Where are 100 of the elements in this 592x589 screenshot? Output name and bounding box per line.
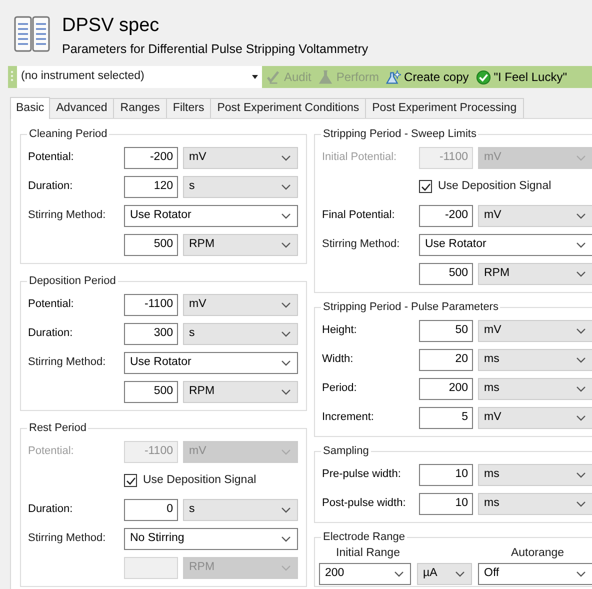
unit-dropdown[interactable]: RPM: [183, 234, 298, 256]
chevron-icon: [576, 242, 586, 248]
chevron-icon: [576, 154, 586, 160]
unit-dropdown[interactable]: RPM: [478, 262, 592, 284]
field-label: Duration:: [28, 502, 74, 518]
field-label: Increment:: [322, 410, 375, 426]
chevron-icon: [576, 212, 586, 218]
stirring-dropdown[interactable]: Use Rotator: [124, 352, 298, 374]
field-label: Period:: [322, 381, 358, 396]
unit-dropdown[interactable]: mV: [478, 320, 592, 342]
group-title: Electrode Range: [322, 531, 406, 544]
group-title: Rest Period: [28, 422, 88, 435]
checkbox-label: Use Deposition Signal: [438, 178, 552, 194]
lucky-button[interactable]: "I Feel Lucky": [474, 67, 568, 87]
chevron-icon: [281, 330, 291, 336]
unit-dropdown[interactable]: mV: [183, 146, 298, 168]
tab[interactable]: Basic: [10, 97, 50, 119]
tab[interactable]: Advanced: [50, 98, 114, 118]
number-field[interactable]: 500: [419, 262, 473, 284]
number-field[interactable]: -200: [124, 146, 178, 168]
number-field[interactable]: 500: [124, 234, 178, 256]
range-dropdown[interactable]: 200: [319, 563, 411, 585]
unit-dropdown[interactable]: s: [183, 322, 298, 344]
checkbox[interactable]: [124, 474, 137, 487]
chevron-icon: [576, 414, 586, 420]
chevron-icon: [281, 212, 291, 218]
number-field[interactable]: 200: [419, 378, 473, 400]
instrument-dropdown[interactable]: (no instrument selected): [17, 66, 262, 88]
stirring-dropdown[interactable]: Use Rotator: [124, 204, 298, 226]
unit-dropdown[interactable]: s: [183, 498, 298, 520]
field-label: Duration:: [28, 179, 74, 194]
field-label: Height:: [322, 323, 358, 338]
group-title: Deposition Period: [28, 275, 117, 288]
page-title: DPSV spec: [62, 15, 160, 37]
page-subtitle: Parameters for Differential Pulse Stripping Voltammetry: [62, 41, 368, 57]
book-icon: [14, 16, 50, 52]
unit-dropdown[interactable]: ms: [478, 464, 592, 486]
stirring-dropdown[interactable]: No Stirring: [124, 528, 298, 550]
grip-icon[interactable]: [10, 70, 16, 84]
group-title: Stripping Period - Sweep Limits: [322, 128, 478, 141]
field-label: Stirring Method:: [322, 237, 401, 252]
column-heading: Initial Range: [335, 546, 401, 562]
field-label: Potential:: [28, 297, 75, 312]
group-title: Sampling: [322, 445, 370, 458]
column-heading: Autorange: [510, 546, 566, 562]
checkbox-label: Use Deposition Signal: [143, 472, 256, 488]
chevron-icon: [281, 302, 291, 308]
group-title: Stripping Period - Pulse Parameters: [322, 301, 500, 314]
unit-dropdown[interactable]: µA: [417, 563, 472, 585]
unit-dropdown[interactable]: mV: [478, 204, 592, 226]
chevron-icon: [281, 184, 291, 190]
unit-dropdown[interactable]: RPM: [183, 380, 298, 402]
chevron-icon: [576, 472, 586, 478]
chevron-icon: [576, 356, 586, 362]
unit-dropdown[interactable]: ms: [478, 348, 592, 370]
autorange-dropdown[interactable]: Off: [478, 563, 592, 585]
flask-icon: [318, 70, 334, 84]
field-label: Potential:: [28, 444, 75, 460]
unit-dropdown[interactable]: s: [183, 176, 298, 198]
number-field[interactable]: 10: [419, 492, 473, 514]
checkmark-icon: [266, 70, 281, 84]
number-field[interactable]: 0: [124, 498, 178, 520]
chevron-icon: [281, 242, 291, 248]
checkbox[interactable]: [419, 180, 432, 193]
field-label: Width:: [322, 352, 354, 368]
tab[interactable]: Filters: [166, 98, 212, 118]
check-circle-icon: [476, 70, 491, 84]
dropdown-arrow-icon: [252, 75, 258, 79]
unit-dropdown[interactable]: mV: [478, 406, 592, 428]
tab[interactable]: Post Experiment Conditions: [211, 98, 366, 118]
chevron-icon: [455, 571, 465, 577]
chevron-icon: [281, 536, 291, 542]
chevron-icon: [281, 360, 291, 366]
number-field[interactable]: 5: [419, 406, 473, 428]
number-field[interactable]: 50: [419, 320, 473, 342]
field-label: Stirring Method:: [28, 355, 107, 370]
chevron-icon: [281, 388, 291, 394]
number-field[interactable]: 500: [124, 380, 178, 402]
tab[interactable]: Ranges: [114, 98, 167, 118]
number-field[interactable]: 10: [419, 464, 473, 486]
chevron-icon: [576, 328, 586, 334]
number-field[interactable]: 20: [419, 348, 473, 370]
chevron-icon: [576, 386, 586, 392]
chevron-icon: [576, 571, 586, 577]
tab[interactable]: Post Experiment Processing: [366, 98, 524, 118]
field-label: Pre-pulse width:: [322, 467, 402, 482]
chevron-icon: [281, 506, 291, 512]
unit-dropdown[interactable]: ms: [478, 378, 592, 400]
field-label: Potential:: [28, 150, 75, 166]
number-field[interactable]: -1100: [124, 294, 178, 316]
number-field[interactable]: -200: [419, 204, 473, 226]
field-label: Final Potential:: [322, 208, 396, 224]
number-field[interactable]: 300: [124, 322, 178, 344]
unit-dropdown[interactable]: ms: [478, 492, 592, 514]
copy-button[interactable]: Create copy: [385, 67, 470, 87]
number-field[interactable]: 120: [124, 176, 178, 198]
unit-dropdown[interactable]: mV: [183, 294, 298, 316]
stirring-dropdown[interactable]: Use Rotator: [419, 234, 592, 256]
chevron-icon: [281, 154, 291, 160]
group-title: Cleaning Period: [28, 128, 108, 141]
